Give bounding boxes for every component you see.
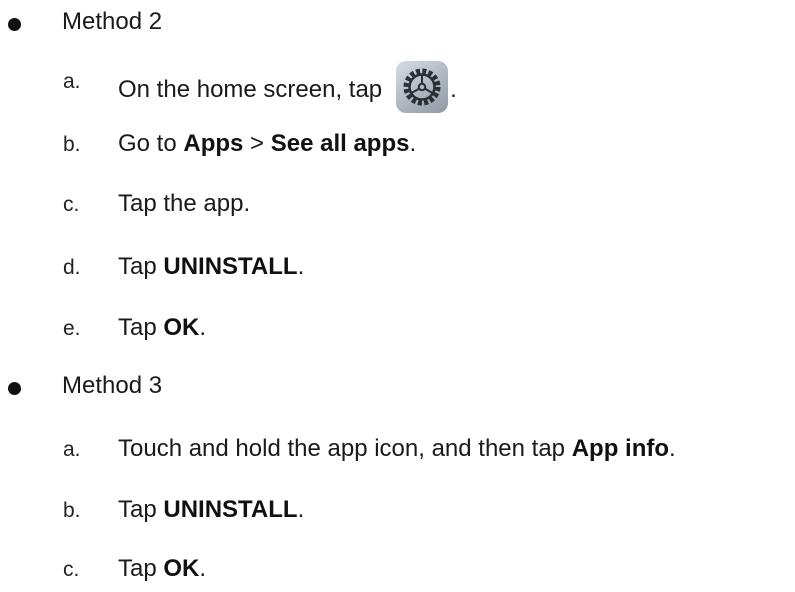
step-b-pre: Go to [118, 130, 184, 157]
bullet-icon [8, 18, 21, 31]
uninstall-label: UNINSTALL [163, 496, 298, 523]
step-c-pre: Tap [118, 555, 164, 582]
step-text: Go to Apps > See all apps . [118, 130, 416, 158]
ok-label: OK [163, 314, 200, 341]
method-2-label: Method 2 [62, 8, 163, 35]
step-a-pre: Touch and hold the app icon, and then ta… [118, 435, 572, 462]
step-letter: e. [63, 317, 81, 340]
step-text: Tap OK . [118, 555, 206, 583]
see-all-apps-label: See all apps [270, 130, 410, 157]
step-letter: b. [63, 499, 81, 522]
step-letter: d. [63, 256, 81, 279]
step-d-post: . [297, 253, 305, 280]
step-a-post: . [669, 435, 676, 462]
step-b-mid: > [243, 130, 271, 157]
step-letter: a. [63, 70, 81, 93]
step-letter: b. [63, 133, 81, 156]
step-letter: c. [63, 558, 80, 581]
step-text: On the home screen, tap . [118, 61, 457, 113]
app-info-label: App info [571, 435, 670, 462]
bullet-icon [8, 382, 21, 395]
ok-label: OK [163, 555, 200, 582]
uninstall-label: UNINSTALL [163, 253, 298, 280]
step-c-post: . [199, 555, 207, 582]
step-b-pre: Tap [118, 496, 164, 523]
step-b-post: . [297, 496, 305, 523]
step-b-post: . [409, 130, 417, 157]
step-text: Tap UNINSTALL . [118, 496, 304, 524]
step-text: Tap the app. [118, 190, 251, 217]
step-e-pre: Tap [118, 314, 164, 341]
settings-gear-icon [396, 61, 449, 113]
method-3-label: Method 3 [62, 372, 163, 399]
apps-label: Apps [183, 130, 244, 157]
step-text: Tap UNINSTALL . [118, 253, 304, 281]
step-text: Tap OK . [118, 314, 206, 342]
step-a-after: . [450, 76, 457, 103]
step-text: Touch and hold the app icon, and then ta… [118, 435, 676, 463]
step-a-text: On the home screen, tap [118, 76, 383, 103]
step-letter: a. [63, 438, 81, 461]
step-e-post: . [199, 314, 207, 341]
step-letter: c. [63, 193, 80, 216]
step-d-pre: Tap [118, 253, 164, 280]
